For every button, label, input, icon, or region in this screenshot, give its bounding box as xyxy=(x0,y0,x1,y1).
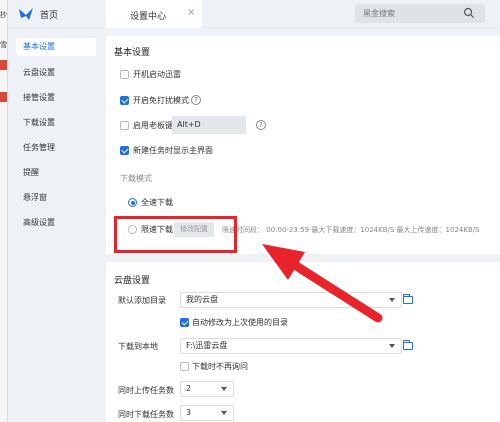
chevron-down-icon xyxy=(221,411,227,415)
sidebar-item-takeover[interactable]: 接管设置 xyxy=(23,91,55,105)
folder-icon[interactable] xyxy=(403,340,413,350)
home-tab[interactable]: 首页 xyxy=(40,8,58,21)
autostart-label: 开机启动迅雷 xyxy=(133,70,181,79)
full-speed-radio[interactable] xyxy=(128,198,137,207)
search-input[interactable] xyxy=(363,7,459,20)
no-disturb-label: 开启免打扰模式 xyxy=(133,96,189,105)
sidebar-item-reminder[interactable]: 提醒 xyxy=(23,166,39,180)
download-count-label: 同时下载任务数 xyxy=(118,410,174,419)
upload-count-value: 2 xyxy=(186,384,192,393)
no-disturb-checkbox[interactable] xyxy=(120,96,129,105)
limit-info-text: 限速时间段： 00:00-23:59 最大下载速度：1024KB/S 最大上传速… xyxy=(222,226,480,234)
boss-key-input[interactable]: Alt+D xyxy=(172,116,246,134)
xunlei-logo-icon xyxy=(19,8,33,20)
download-count-select[interactable]: 3 xyxy=(180,405,234,421)
download-to-value: F:\迅雷云盘 xyxy=(186,341,228,350)
upload-count-select[interactable]: 2 xyxy=(180,381,234,397)
search-box[interactable] xyxy=(355,4,485,23)
help-icon[interactable]: ? xyxy=(191,95,201,105)
section-title-basic: 基本设置 xyxy=(114,48,151,58)
highlight-box xyxy=(114,216,237,253)
download-mode-label: 下载模式 xyxy=(120,174,152,183)
tab-label: 设置中心 xyxy=(130,12,167,22)
upload-count-label: 同时上传任务数 xyxy=(118,386,174,395)
no-ask-checkbox[interactable] xyxy=(180,362,189,371)
show-main-checkbox[interactable] xyxy=(120,146,129,155)
default-dir-select[interactable]: 我的云盘 xyxy=(180,292,402,308)
no-ask-label: 下载时不再询问 xyxy=(192,362,248,371)
sidebar-item-floating[interactable]: 悬浮窗 xyxy=(23,191,47,205)
full-speed-label: 全速下载 xyxy=(141,198,173,207)
default-dir-value: 我的云盘 xyxy=(186,295,218,304)
sidebar-item-cloud[interactable]: 云盘设置 xyxy=(23,66,55,80)
tab-settings-center[interactable]: 设置中心 × xyxy=(106,0,202,28)
section-title-cloud: 云盘设置 xyxy=(114,276,151,286)
cloud-settings-panel: 云盘设置 默认添加目录 我的云盘 自动修改为上次使用的目录 下载到本地 F:\迅… xyxy=(106,262,500,422)
settings-sidebar: 基本设置 云盘设置 接管设置 下载设置 任务管理 提醒 悬浮窗 高级设置 xyxy=(8,28,98,422)
download-to-label: 下载到本地 xyxy=(118,342,158,351)
background-window-edge: 抄 雪 xyxy=(0,0,8,422)
sidebar-item-tasks[interactable]: 任务管理 xyxy=(23,141,55,155)
sidebar-item-basic[interactable]: 基本设置 xyxy=(16,38,96,56)
chevron-down-icon xyxy=(389,344,395,348)
sidebar-item-download[interactable]: 下载设置 xyxy=(23,116,55,130)
auto-modify-label: 自动修改为上次使用的目录 xyxy=(192,318,288,327)
show-main-label: 新建任务时显示主界面 xyxy=(133,146,213,155)
default-dir-label: 默认添加目录 xyxy=(118,296,166,305)
title-bar: 首页 设置中心 × xyxy=(8,0,500,28)
folder-icon[interactable] xyxy=(403,294,413,304)
download-count-value: 3 xyxy=(186,408,192,417)
chevron-down-icon xyxy=(389,298,395,302)
boss-key-checkbox[interactable] xyxy=(120,121,129,130)
auto-modify-checkbox[interactable] xyxy=(180,318,189,327)
close-tab-icon[interactable]: × xyxy=(187,7,195,18)
download-to-select[interactable]: F:\迅雷云盘 xyxy=(180,338,402,354)
help-icon[interactable]: ? xyxy=(256,120,266,130)
chevron-down-icon xyxy=(221,387,227,391)
boss-key-label: 启用老板键 xyxy=(133,121,173,130)
search-icon[interactable] xyxy=(463,7,475,19)
autostart-checkbox[interactable] xyxy=(120,70,129,79)
sidebar-item-advanced[interactable]: 高级设置 xyxy=(23,216,55,230)
